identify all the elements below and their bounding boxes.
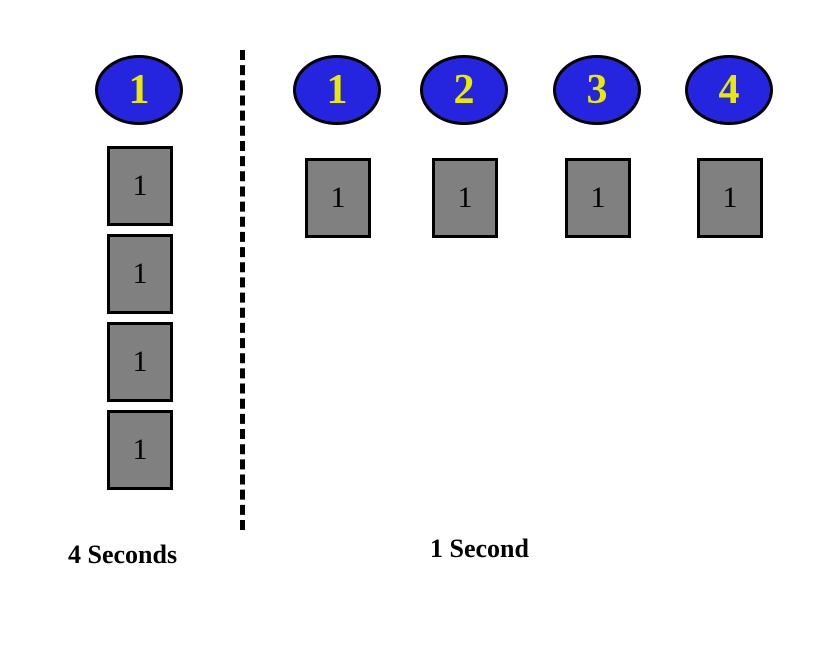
left-block-4-number: 1 <box>133 433 148 467</box>
right-block-2: 1 <box>432 158 498 238</box>
left-oval-1: 1 <box>95 55 183 125</box>
right-oval-1-number: 1 <box>327 66 348 114</box>
right-block-1-number: 1 <box>331 181 346 215</box>
right-block-1: 1 <box>305 158 371 238</box>
left-time-label: 4 Seconds <box>68 540 177 570</box>
right-oval-3-number: 3 <box>587 66 608 114</box>
right-block-2-number: 1 <box>458 181 473 215</box>
right-oval-4-number: 4 <box>719 66 740 114</box>
right-oval-4: 4 <box>685 55 773 125</box>
left-block-3-number: 1 <box>133 345 148 379</box>
left-block-1: 1 <box>107 146 173 226</box>
right-oval-2-number: 2 <box>454 66 475 114</box>
left-oval-1-number: 1 <box>129 66 150 114</box>
right-block-3: 1 <box>565 158 631 238</box>
left-block-3: 1 <box>107 322 173 402</box>
right-oval-1: 1 <box>293 55 381 125</box>
divider-line <box>240 50 245 530</box>
right-block-3-number: 1 <box>591 181 606 215</box>
right-time-label: 1 Second <box>430 534 529 564</box>
left-block-1-number: 1 <box>133 169 148 203</box>
left-block-2: 1 <box>107 234 173 314</box>
right-oval-3: 3 <box>553 55 641 125</box>
right-block-4-number: 1 <box>723 181 738 215</box>
right-block-4: 1 <box>697 158 763 238</box>
diagram-canvas: 1 1 1 1 1 4 Seconds 1 2 3 4 1 1 1 1 1 Se… <box>0 0 840 660</box>
right-oval-2: 2 <box>420 55 508 125</box>
left-block-4: 1 <box>107 410 173 490</box>
left-block-2-number: 1 <box>133 257 148 291</box>
